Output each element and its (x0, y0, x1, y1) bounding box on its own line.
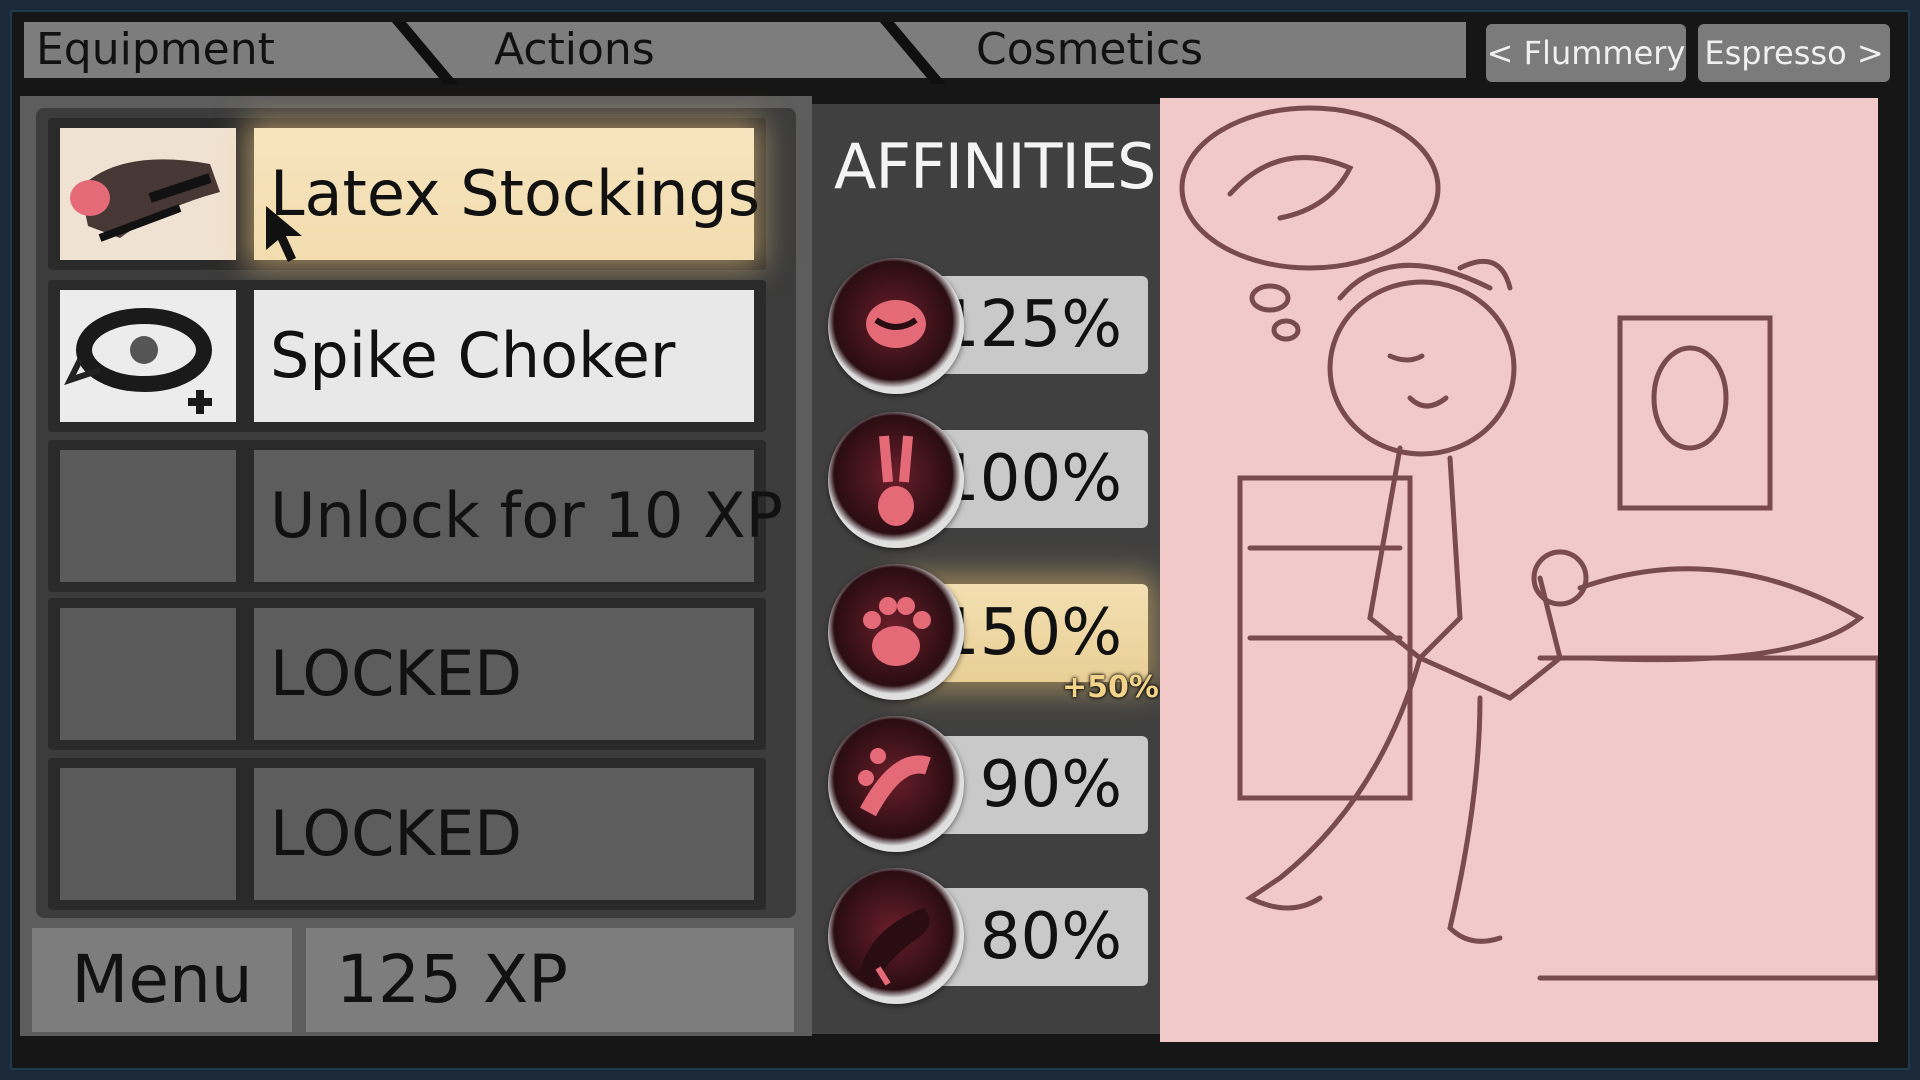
bunny-icon (828, 412, 964, 548)
affinity-bonus: +50% (1062, 670, 1159, 705)
slot-label: Latex Stockings (254, 128, 760, 260)
unlock-button[interactable]: Unlock for 10 XP (254, 450, 783, 582)
locked-label: LOCKED (254, 768, 754, 900)
tail-icon (828, 868, 964, 1004)
affinities-title: AFFINITIES (834, 130, 1156, 203)
locked-label: LOCKED (254, 608, 754, 740)
empty-slot-thumb (60, 768, 236, 900)
tab-equipment[interactable]: Equipment (36, 22, 275, 78)
next-character-button[interactable]: Espresso > (1698, 24, 1890, 82)
menu-button[interactable]: Menu (32, 928, 292, 1032)
equipment-slot[interactable]: Latex Stockings (48, 118, 766, 270)
equipment-slot: LOCKED (48, 598, 766, 750)
equipment-slot[interactable]: Unlock for 10 XP (48, 440, 783, 592)
toes-icon (828, 716, 964, 852)
slot-label: Spike Choker (254, 290, 754, 422)
xp-display: 125 XP (306, 928, 794, 1032)
choker-icon (60, 290, 236, 422)
equipment-slot[interactable]: Spike Choker (48, 280, 766, 432)
cursor-icon (266, 206, 302, 262)
paw-icon (828, 564, 964, 700)
empty-slot-thumb (60, 450, 236, 582)
equipment-slot: LOCKED (48, 758, 766, 910)
prev-character-button[interactable]: < Flummery (1486, 24, 1686, 82)
character-sketch (1160, 98, 1878, 1042)
tab-actions[interactable]: Actions (494, 22, 655, 78)
mouth-icon (828, 258, 964, 394)
tab-cosmetics[interactable]: Cosmetics (976, 22, 1203, 78)
stockings-icon (60, 128, 236, 260)
empty-slot-thumb (60, 608, 236, 740)
